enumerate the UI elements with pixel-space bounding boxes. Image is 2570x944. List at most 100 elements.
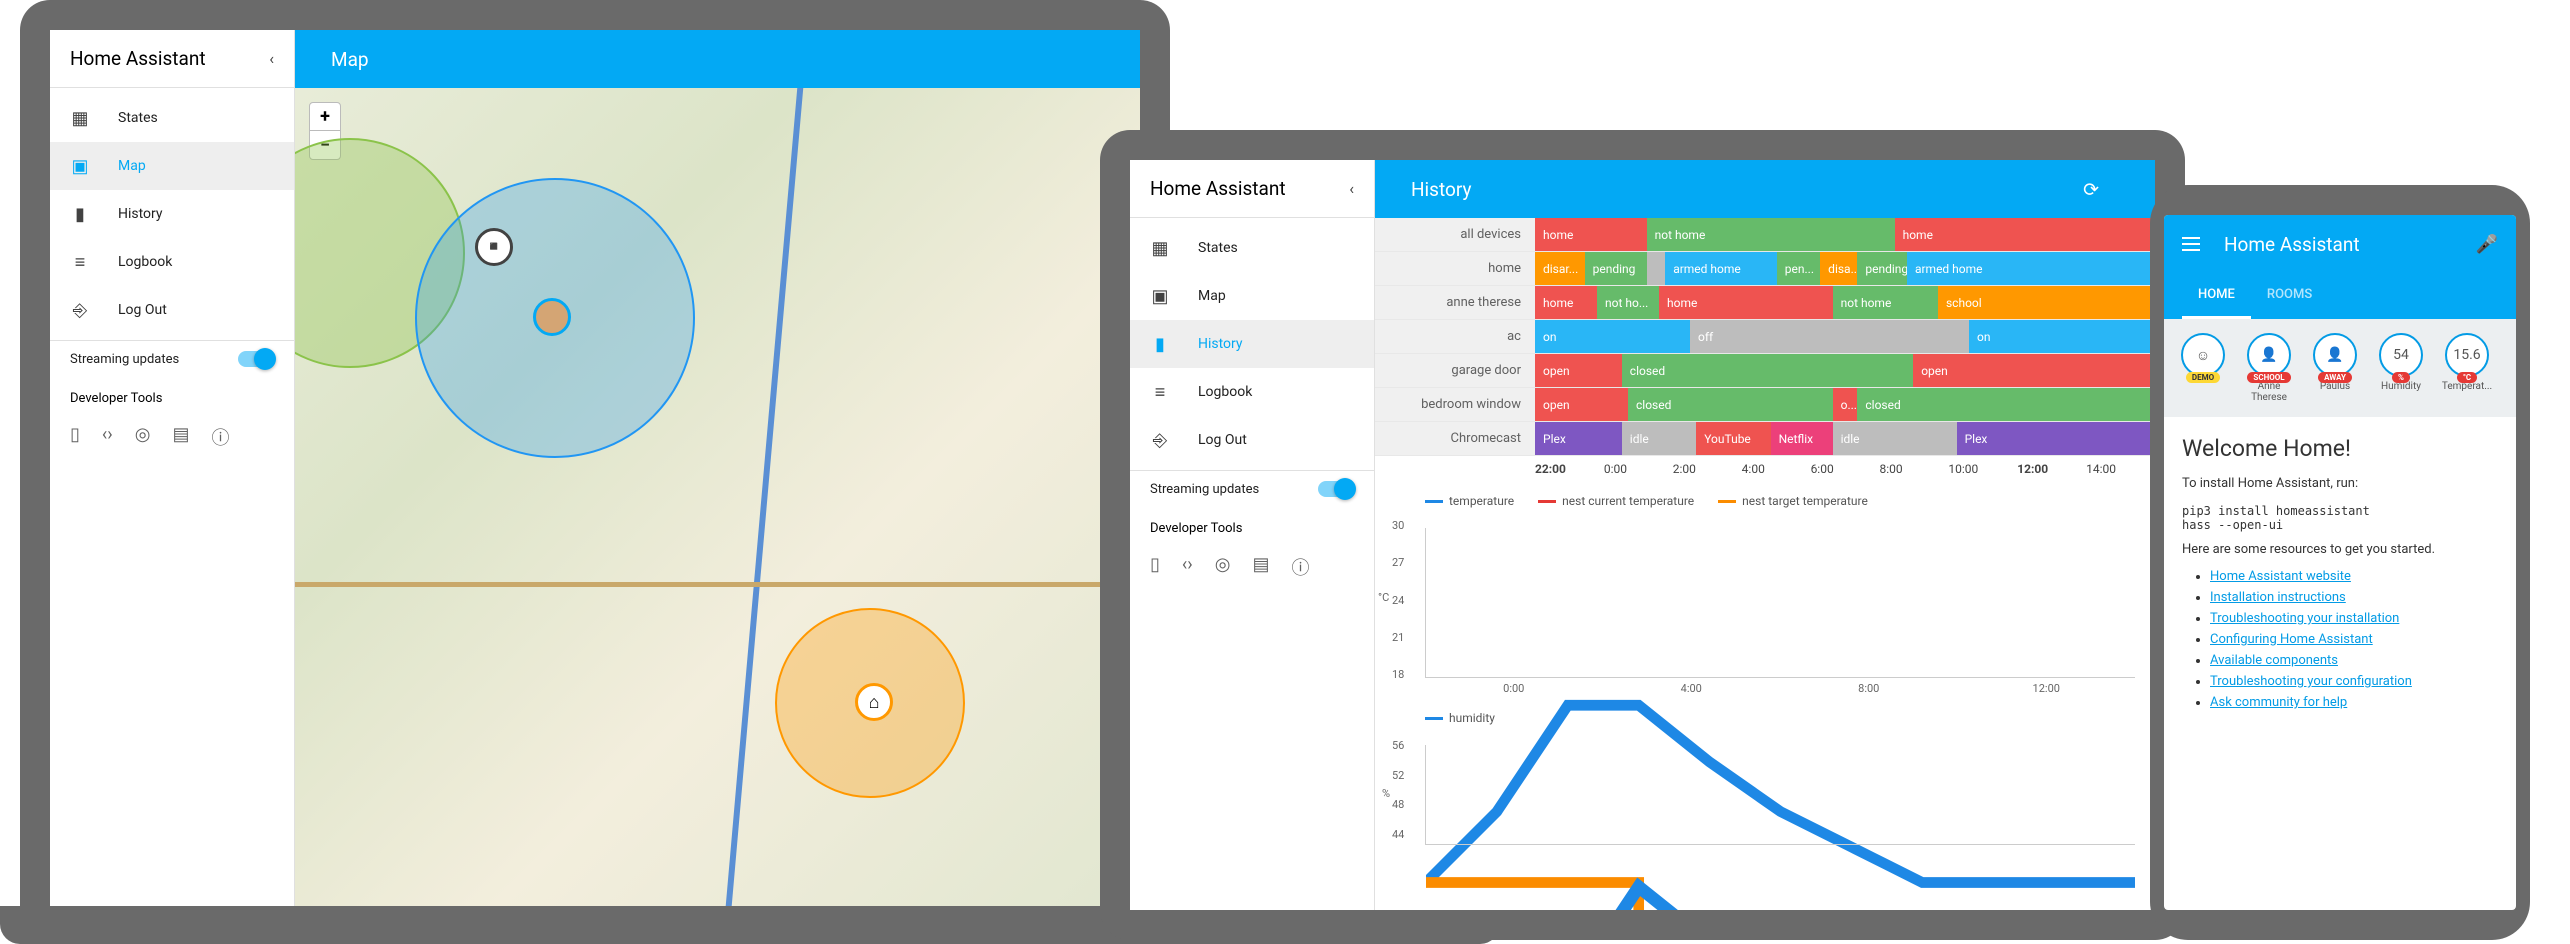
streaming-toggle[interactable]: [1318, 481, 1354, 497]
history-row-bar: onoffon: [1535, 320, 2155, 353]
welcome-heading: Welcome Home!: [2182, 435, 2498, 462]
status-badge[interactable]: ☺DEMO: [2174, 333, 2232, 381]
tablet-sidebar-header: Home Assistant ‹: [1130, 160, 1374, 218]
history-segment[interactable]: pending: [1585, 252, 1647, 285]
history-segment[interactable]: Plex: [1535, 422, 1622, 455]
apps-icon: ▦: [70, 108, 90, 128]
history-segment[interactable]: open: [1535, 354, 1622, 387]
sidebar-item-logout[interactable]: ⎆Log Out: [50, 286, 294, 334]
history-segment[interactable]: [1647, 252, 1666, 285]
sidebar-item-logbook[interactable]: ≡Logbook: [50, 238, 294, 286]
history-row-bar: homenot ho...homenot homeschool: [1535, 286, 2155, 319]
history-row-bar: openclosedo...closed: [1535, 388, 2155, 421]
info-icon[interactable]: ⓘ: [211, 424, 229, 450]
streaming-toggle[interactable]: [238, 351, 274, 367]
history-segment[interactable]: idle: [1833, 422, 1957, 455]
map-canvas[interactable]: + − ◾ ⌂: [295, 88, 1140, 940]
resource-link[interactable]: Available components: [2210, 653, 2338, 668]
sidebar-item-map[interactable]: ▣Map: [50, 142, 294, 190]
app-title: Home Assistant: [1150, 177, 1286, 200]
status-badge[interactable]: 15.6°CTemperat...: [2438, 333, 2496, 392]
history-row-label: ac: [1375, 320, 1535, 353]
tab-home[interactable]: HOME: [2182, 273, 2251, 319]
history-row: homedisar...pendingarmed homepen...disa.…: [1375, 252, 2155, 286]
apps-icon: ▦: [1150, 238, 1170, 258]
chevron-left-icon[interactable]: ‹: [1349, 179, 1354, 198]
history-segment[interactable]: pending: [1857, 252, 1907, 285]
history-segment[interactable]: closed: [1628, 388, 1833, 421]
zoom-in-button[interactable]: +: [310, 103, 340, 131]
radio-icon[interactable]: ◎: [1215, 554, 1231, 580]
devtools-row: ▯ ‹› ◎ ▤ ⓘ: [1130, 540, 1374, 594]
history-segment[interactable]: closed: [1857, 388, 2155, 421]
marker-work[interactable]: ◾: [475, 228, 513, 266]
sidebar-item-states[interactable]: ▦States: [1130, 224, 1374, 272]
history-segment[interactable]: home: [1535, 286, 1597, 319]
resource-link[interactable]: Troubleshooting your configuration: [2210, 674, 2412, 689]
code-icon[interactable]: ‹›: [102, 424, 113, 450]
resource-link[interactable]: Installation instructions: [2210, 590, 2346, 605]
sidebar-item-history[interactable]: ▮History: [1130, 320, 1374, 368]
history-segment[interactable]: o...: [1833, 388, 1858, 421]
status-badge[interactable]: 54%Humidity: [2372, 333, 2430, 392]
marker-home[interactable]: ⌂: [855, 683, 893, 721]
history-segment[interactable]: open: [1913, 354, 2155, 387]
code-icon[interactable]: ‹›: [1182, 554, 1193, 580]
sidebar-item-history[interactable]: ▮History: [50, 190, 294, 238]
resource-link[interactable]: Configuring Home Assistant: [2210, 632, 2373, 647]
marker-person[interactable]: [533, 298, 571, 336]
resource-link[interactable]: Home Assistant website: [2210, 569, 2351, 584]
remote-icon[interactable]: ▯: [70, 424, 80, 450]
page-title: History: [1411, 178, 1471, 201]
sidebar-item-map[interactable]: ▣Map: [1130, 272, 1374, 320]
history-segment[interactable]: not ho...: [1597, 286, 1659, 319]
history-body: all deviceshomenot homehomehomedisar...p…: [1375, 218, 2155, 910]
history-segment[interactable]: not home: [1647, 218, 1895, 251]
menu-icon[interactable]: [2182, 237, 2200, 251]
mic-icon[interactable]: 🎤: [2476, 234, 2498, 255]
history-segment[interactable]: open: [1535, 388, 1628, 421]
sidebar-item-logbook[interactable]: ≡Logbook: [1130, 368, 1374, 416]
refresh-icon[interactable]: ⟳: [2083, 178, 2099, 201]
history-segment[interactable]: YouTube: [1696, 422, 1770, 455]
status-badge[interactable]: 👤SCHOOLAnne Therese: [2240, 333, 2298, 403]
chevron-left-icon[interactable]: ‹: [269, 49, 274, 68]
history-segment[interactable]: armed home: [1907, 252, 2155, 285]
temperature-chart: 3027242118°C 0:004:008:0012:00: [1375, 518, 2155, 705]
devtools-row: ▯ ‹› ◎ ▤ ⓘ: [50, 410, 294, 464]
history-segment[interactable]: disar...: [1535, 252, 1585, 285]
history-segment[interactable]: home: [1895, 218, 2155, 251]
chart-legend-1: temperaturenest current temperaturenest …: [1375, 488, 2155, 518]
tab-rooms[interactable]: ROOMS: [2251, 273, 2328, 319]
status-badge[interactable]: 👤AWAYPaulus: [2306, 333, 2364, 392]
history-segment[interactable]: school: [1938, 286, 2155, 319]
history-segment[interactable]: on: [1969, 320, 2155, 353]
history-segment[interactable]: disa...: [1820, 252, 1857, 285]
history-row: anne theresehomenot ho...homenot homesch…: [1375, 286, 2155, 320]
history-segment[interactable]: closed: [1622, 354, 1913, 387]
sidebar-item-states[interactable]: ▦States: [50, 94, 294, 142]
radio-icon[interactable]: ◎: [135, 424, 151, 450]
history-segment[interactable]: off: [1690, 320, 1969, 353]
history-segment[interactable]: not home: [1833, 286, 1938, 319]
resource-link[interactable]: Troubleshooting your installation: [2210, 611, 2399, 626]
info-icon[interactable]: ⓘ: [1291, 554, 1309, 580]
history-segment[interactable]: Plex: [1957, 422, 2155, 455]
file-icon[interactable]: ▤: [1252, 554, 1269, 580]
streaming-updates-row: Streaming updates: [50, 340, 294, 377]
devtools-header: Developer Tools: [50, 377, 294, 410]
history-segment[interactable]: armed home: [1665, 252, 1777, 285]
page-title: Map: [331, 48, 369, 71]
history-segment[interactable]: idle: [1622, 422, 1696, 455]
resource-link[interactable]: Ask community for help: [2210, 695, 2347, 710]
remote-icon[interactable]: ▯: [1150, 554, 1160, 580]
history-segment[interactable]: pen...: [1777, 252, 1820, 285]
history-row: aconoffon: [1375, 320, 2155, 354]
file-icon[interactable]: ▤: [172, 424, 189, 450]
history-segment[interactable]: home: [1659, 286, 1833, 319]
phone-appbar: Home Assistant 🎤: [2164, 215, 2516, 273]
history-segment[interactable]: Netflix: [1771, 422, 1833, 455]
history-segment[interactable]: home: [1535, 218, 1647, 251]
sidebar-item-logout[interactable]: ⎆Log Out: [1130, 416, 1374, 464]
history-segment[interactable]: on: [1535, 320, 1690, 353]
